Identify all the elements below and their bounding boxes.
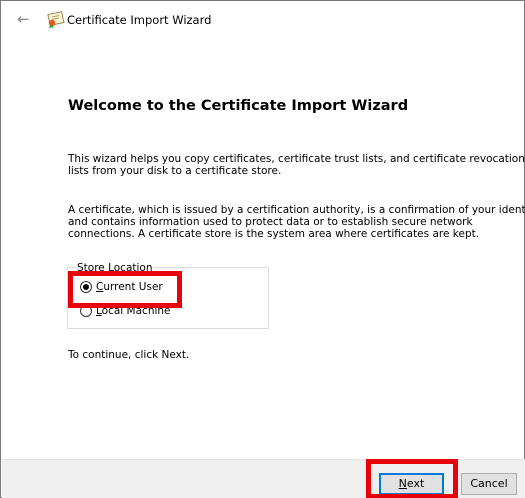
highlight-box-next — [366, 459, 458, 498]
certificate-description: A certificate, which is issued by a cert… — [68, 204, 525, 240]
description-line: connections. A certificate store is the … — [68, 228, 480, 240]
wizard-heading: Welcome to the Certificate Import Wizard — [68, 98, 409, 114]
description-line: and contains information used to protect… — [68, 216, 473, 228]
continue-instruction: To continue, click Next. — [68, 349, 190, 361]
highlight-box-current-user — [68, 271, 182, 308]
cancel-button[interactable]: Cancel — [461, 473, 517, 495]
intro-paragraph: This wizard helps you copy certificates,… — [68, 153, 525, 177]
certificate-icon — [47, 11, 65, 29]
intro-line: This wizard helps you copy certificates,… — [68, 153, 525, 165]
intro-line: lists from your disk to a certificate st… — [68, 165, 282, 177]
wizard-window: ← Certificate Import Wizard Welcome to t… — [0, 0, 525, 498]
window-title: Certificate Import Wizard — [67, 13, 212, 27]
title-bar: ← Certificate Import Wizard — [2, 2, 525, 36]
back-arrow-icon[interactable]: ← — [17, 11, 30, 27]
description-line: A certificate, which is issued by a cert… — [68, 204, 525, 216]
